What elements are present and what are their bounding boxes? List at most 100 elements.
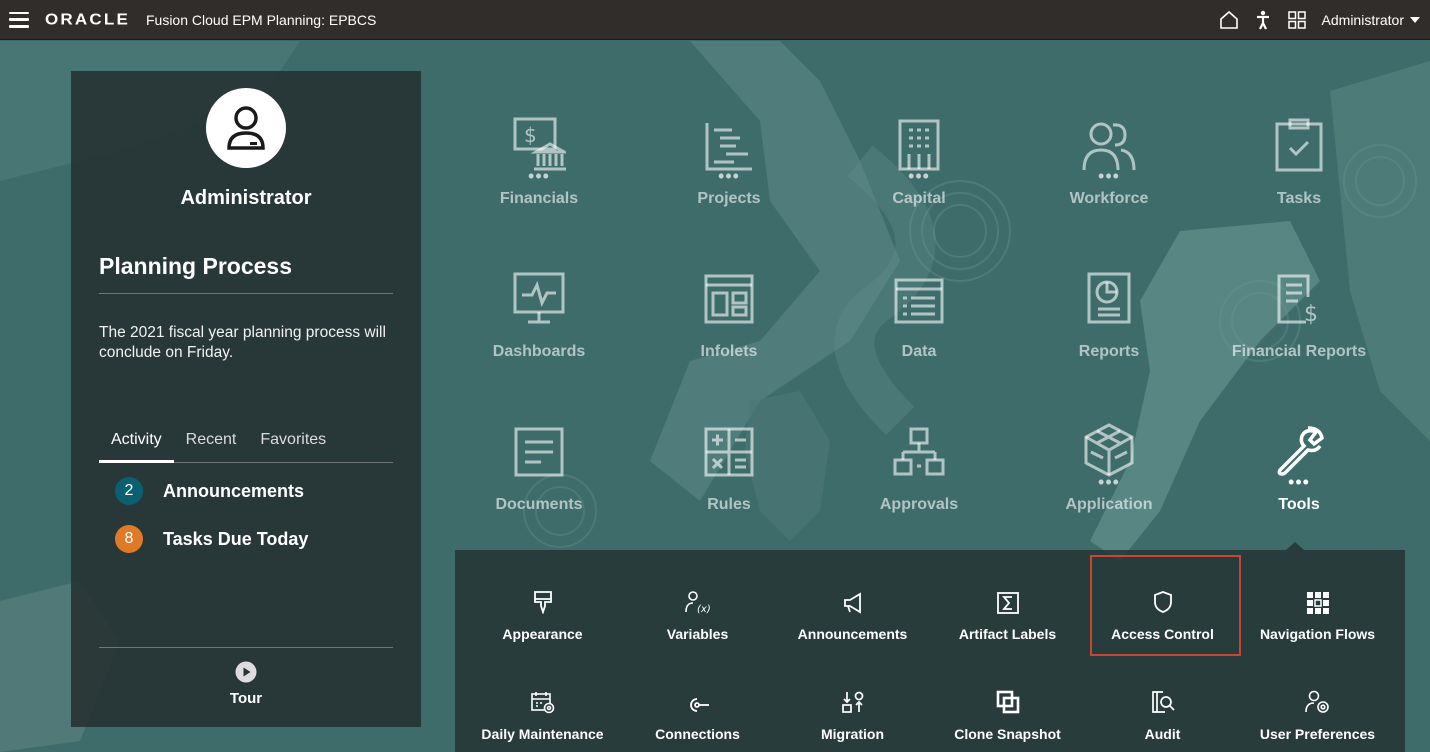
card-label: Capital xyxy=(892,190,946,207)
more-dots xyxy=(1214,172,1384,184)
tab-activity[interactable]: Activity xyxy=(99,429,174,463)
process-message: The 2021 fiscal year planning process wi… xyxy=(99,324,386,361)
tool-label: Daily Maintenance xyxy=(481,726,604,742)
more-dots xyxy=(1214,325,1384,337)
migration-icon xyxy=(775,670,930,714)
workforce-icon xyxy=(1024,110,1194,172)
card-label: Dashboards xyxy=(492,343,586,360)
chevron-down-icon xyxy=(1410,17,1420,23)
tool-label: Variables xyxy=(666,626,729,642)
svg-text:(x): (x) xyxy=(697,604,711,614)
access-control-highlight xyxy=(1090,555,1241,656)
card-label: Reports xyxy=(1078,343,1140,360)
card-label: Application xyxy=(1065,496,1153,513)
tab-favorites[interactable]: Favorites xyxy=(248,429,338,463)
dashboards-icon xyxy=(454,263,624,325)
rules-icon xyxy=(644,416,814,478)
card-projects[interactable]: ••• Projects xyxy=(644,110,814,220)
tool-label: Artifact Labels xyxy=(958,626,1057,642)
tool-audit[interactable]: Audit xyxy=(1085,670,1240,752)
card-rules[interactable]: Rules xyxy=(644,416,814,526)
tools-pointer xyxy=(1286,542,1304,550)
tool-navigation-flows[interactable]: Navigation Flows xyxy=(1240,570,1395,656)
card-label: Documents xyxy=(495,496,583,513)
tasks-due-label: Tasks Due Today xyxy=(163,528,309,549)
home-icon[interactable] xyxy=(1218,9,1240,31)
card-infolets[interactable]: Infolets xyxy=(644,263,814,373)
card-label: Financials xyxy=(499,190,579,207)
more-dots xyxy=(454,325,624,337)
more-dots: ••• xyxy=(1098,472,1120,492)
more-dots xyxy=(834,325,1004,337)
application-icon xyxy=(1024,416,1194,478)
data-icon xyxy=(834,263,1004,325)
more-dots: ••• xyxy=(528,166,550,186)
announcements-item[interactable]: 2 Announcements xyxy=(115,477,304,505)
user-preferences-icon xyxy=(1240,670,1395,714)
tool-label: Connections xyxy=(655,726,740,742)
card-financials[interactable]: $ ••• Financials xyxy=(454,110,624,220)
more-dots: ••• xyxy=(908,166,930,186)
top-bar: ORACLE Fusion Cloud EPM Planning: EPBCS … xyxy=(0,0,1430,40)
card-tasks[interactable]: Tasks xyxy=(1214,110,1384,220)
more-dots xyxy=(454,478,624,490)
svg-text:$: $ xyxy=(1304,302,1318,325)
card-documents[interactable]: Documents xyxy=(454,416,624,526)
menu-icon[interactable] xyxy=(9,11,29,28)
more-dots: ••• xyxy=(1098,166,1120,186)
more-dots xyxy=(644,478,814,490)
appearance-icon xyxy=(465,570,620,614)
divider xyxy=(99,647,393,648)
tasks-count-badge: 8 xyxy=(115,525,143,553)
divider xyxy=(99,293,393,294)
financials-icon: $ xyxy=(454,110,624,172)
card-workforce[interactable]: ••• Workforce xyxy=(1024,110,1194,220)
financial-reports-icon: $ xyxy=(1214,263,1384,325)
card-financial-reports[interactable]: $ Financial Reports xyxy=(1214,263,1384,373)
card-label: Data xyxy=(901,343,937,360)
tool-label: User Preferences xyxy=(1259,726,1376,742)
user-name: Administrator xyxy=(1321,12,1404,28)
tasks-icon xyxy=(1214,110,1384,172)
tool-variables[interactable]: (x) Variables xyxy=(620,570,775,656)
card-label: Rules xyxy=(707,496,751,513)
tool-label: Navigation Flows xyxy=(1259,626,1376,642)
card-label: Workforce xyxy=(1069,190,1149,207)
tasks-due-item[interactable]: 8 Tasks Due Today xyxy=(115,525,308,553)
connections-icon xyxy=(620,670,775,714)
tool-user-preferences[interactable]: User Preferences xyxy=(1240,670,1395,752)
audit-icon xyxy=(1085,670,1240,714)
capital-icon xyxy=(834,110,1004,172)
card-data[interactable]: Data xyxy=(834,263,1004,373)
tool-connections[interactable]: Connections xyxy=(620,670,775,752)
tool-artifact-labels[interactable]: Artifact Labels xyxy=(930,570,1085,656)
card-tools[interactable]: ••• Tools xyxy=(1214,416,1384,526)
oracle-logo: ORACLE xyxy=(45,10,130,28)
accessibility-icon[interactable] xyxy=(1252,9,1274,31)
card-label: Tasks xyxy=(1276,190,1322,207)
more-dots xyxy=(1024,325,1194,337)
tool-migration[interactable]: Migration xyxy=(775,670,930,752)
avatar[interactable] xyxy=(206,88,286,168)
tool-appearance[interactable]: Appearance xyxy=(465,570,620,656)
card-capital[interactable]: ••• Capital xyxy=(834,110,1004,220)
infolets-icon xyxy=(644,263,814,325)
card-dashboards[interactable]: Dashboards xyxy=(454,263,624,373)
process-title: Planning Process xyxy=(99,253,293,279)
tool-announcements[interactable]: Announcements xyxy=(775,570,930,656)
artifact-labels-icon xyxy=(930,570,1085,614)
card-reports[interactable]: Reports xyxy=(1024,263,1194,373)
card-approvals[interactable]: Approvals xyxy=(834,416,1004,526)
user-menu[interactable]: Administrator xyxy=(1322,12,1420,28)
play-icon xyxy=(235,661,257,683)
tool-clone-snapshot[interactable]: Clone Snapshot xyxy=(930,670,1085,752)
card-label: Approvals xyxy=(879,496,959,513)
more-dots xyxy=(644,325,814,337)
tab-recent[interactable]: Recent xyxy=(174,429,249,463)
tour-button[interactable]: Tour xyxy=(71,661,421,707)
app-title: Fusion Cloud EPM Planning: EPBCS xyxy=(145,11,377,28)
navigator-icon[interactable] xyxy=(1286,9,1308,31)
tool-daily-maintenance[interactable]: Daily Maintenance xyxy=(465,670,620,752)
tour-label: Tour xyxy=(229,690,263,707)
card-application[interactable]: ••• Application xyxy=(1024,416,1194,526)
